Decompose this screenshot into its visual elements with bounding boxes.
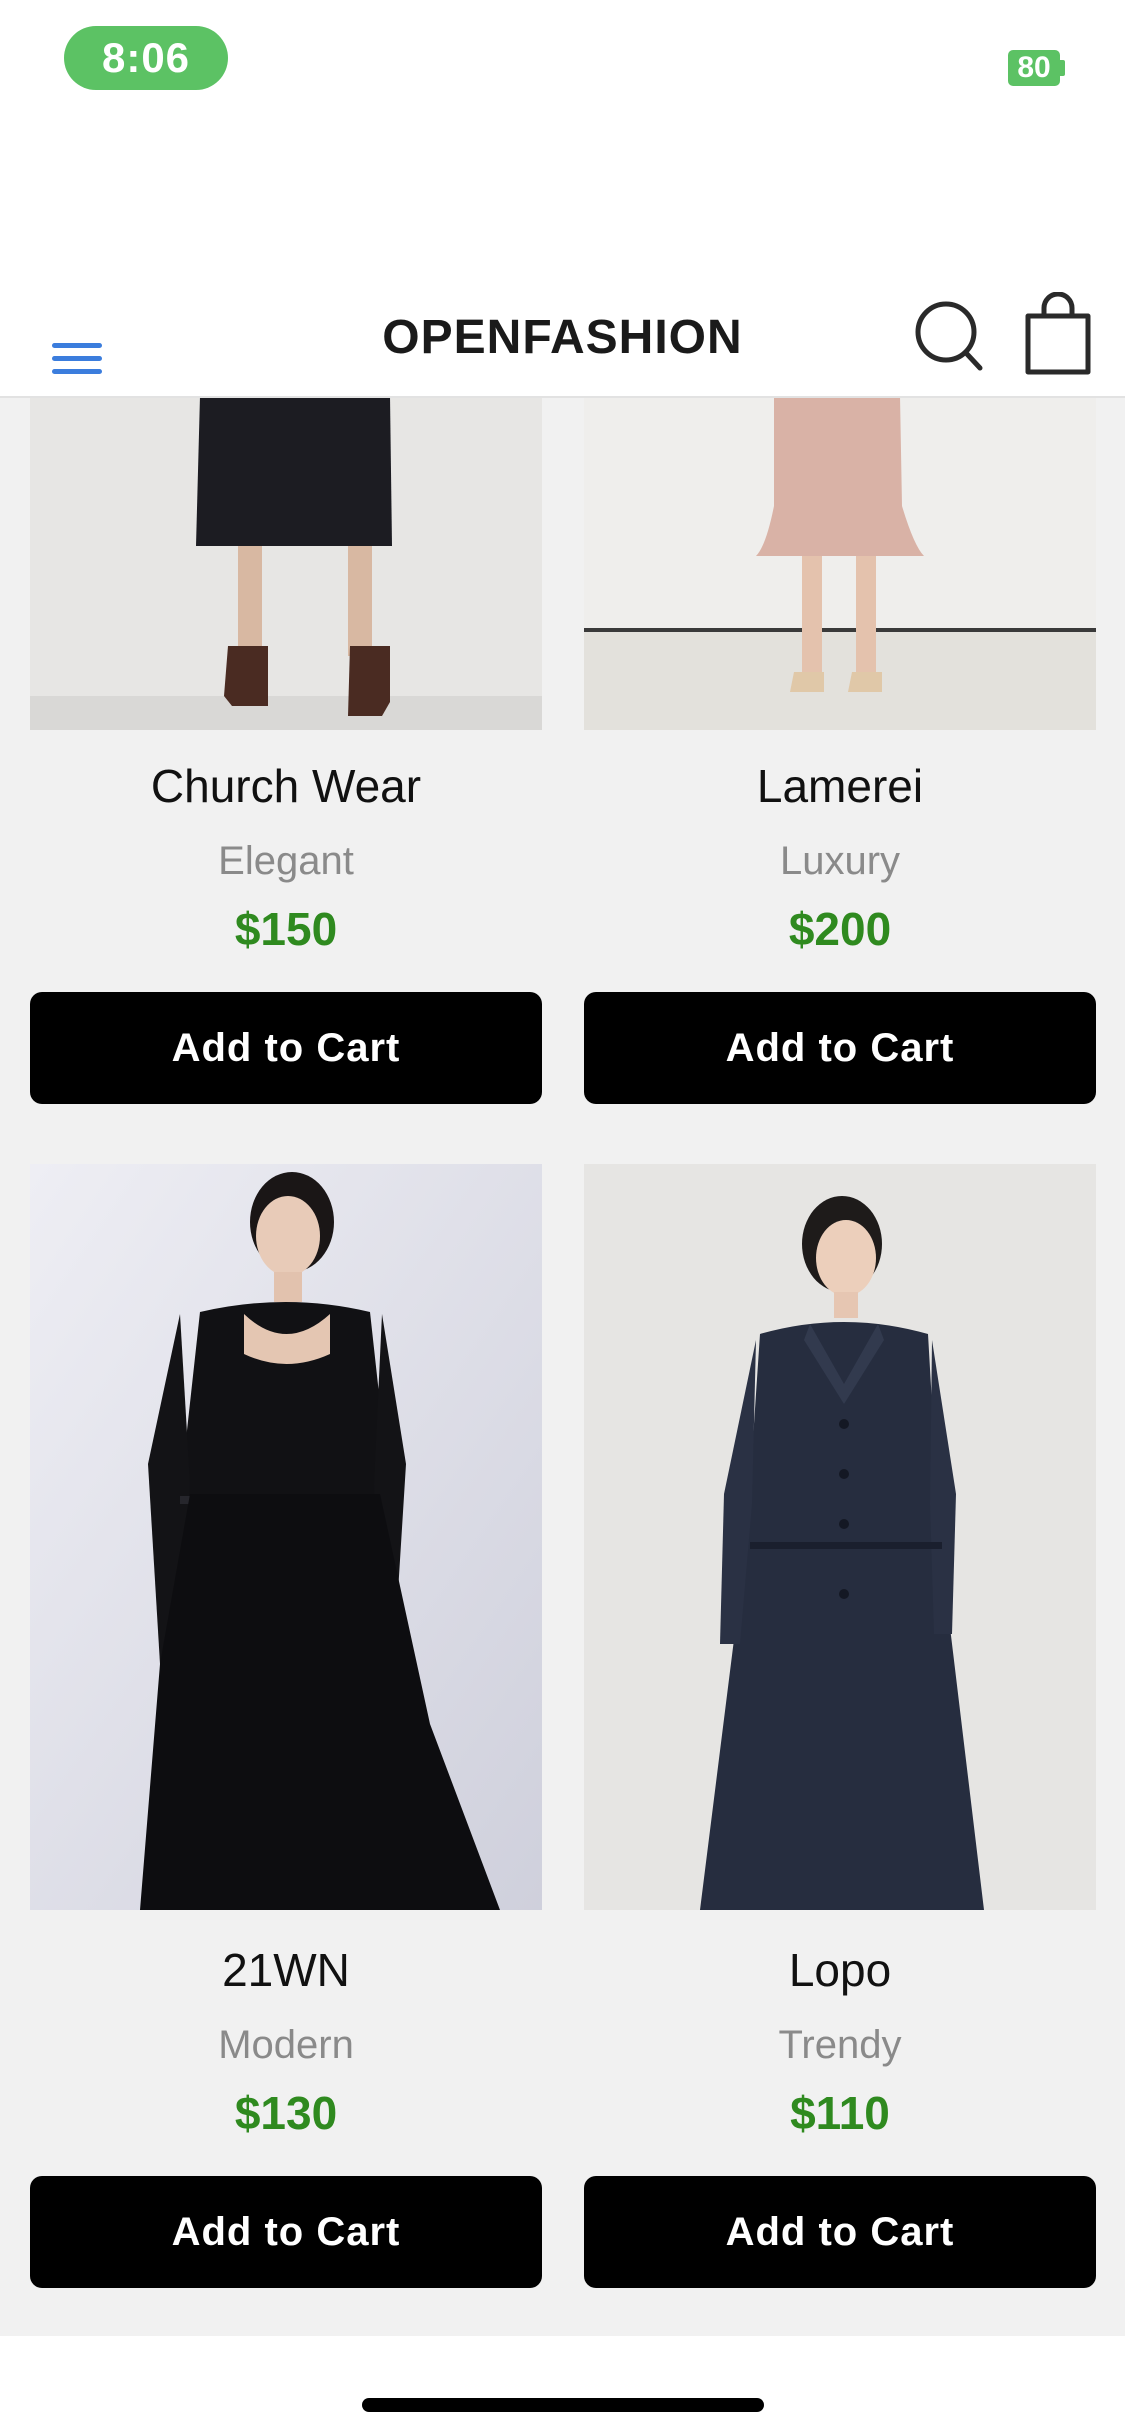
home-indicator[interactable] (362, 2398, 764, 2412)
product-image[interactable] (30, 396, 542, 730)
add-to-cart-button[interactable]: Add to Cart (584, 992, 1096, 1104)
product-card[interactable]: Lopo Trendy $110 Add to Cart (584, 1164, 1096, 2288)
battery-icon: 80 (1008, 50, 1060, 86)
product-category: Trendy (778, 2023, 902, 2067)
search-icon[interactable] (910, 296, 990, 376)
product-name: Lopo (788, 1944, 892, 1996)
hamburger-menu-icon[interactable] (46, 310, 108, 374)
app-screen: 8:06 80 OPENFASHION Church Wear Elegant … (0, 0, 1125, 2436)
product-price: $150 (234, 903, 338, 955)
status-bar: 8:06 80 (0, 0, 1125, 140)
status-time: 8:06 (64, 26, 228, 90)
product-name: Church Wear (150, 760, 422, 812)
product-category: Elegant (218, 839, 354, 883)
product-grid: Church Wear Elegant $150 Add to Cart Lam (0, 396, 1125, 2336)
product-price: $110 (790, 2087, 890, 2139)
app-header: OPENFASHION (0, 280, 1125, 398)
product-image[interactable] (584, 1164, 1096, 1910)
home-indicator-area (0, 2336, 1125, 2436)
product-card[interactable]: 21WN Modern $130 Add to Cart (30, 1164, 542, 2288)
add-to-cart-button[interactable]: Add to Cart (30, 2176, 542, 2288)
product-category: Modern (218, 2023, 354, 2067)
battery-tip (1060, 60, 1065, 76)
product-price: $200 (788, 903, 892, 955)
add-to-cart-button[interactable]: Add to Cart (30, 992, 542, 1104)
product-card[interactable]: Lamerei Luxury $200 Add to Cart (584, 396, 1096, 1104)
product-category: Luxury (779, 839, 901, 883)
menu-line (52, 343, 102, 348)
product-image[interactable] (584, 396, 1096, 730)
product-image[interactable] (30, 1164, 542, 1910)
menu-line (52, 369, 102, 374)
product-price: $130 (234, 2087, 338, 2139)
shopping-bag-icon[interactable] (1020, 291, 1096, 378)
product-name: Lamerei (756, 760, 924, 812)
product-card[interactable]: Church Wear Elegant $150 Add to Cart (30, 396, 542, 1104)
product-name: 21WN (222, 1944, 350, 1996)
brand-title: OPENFASHION (382, 311, 743, 364)
menu-line (52, 356, 102, 361)
add-to-cart-button[interactable]: Add to Cart (584, 2176, 1096, 2288)
